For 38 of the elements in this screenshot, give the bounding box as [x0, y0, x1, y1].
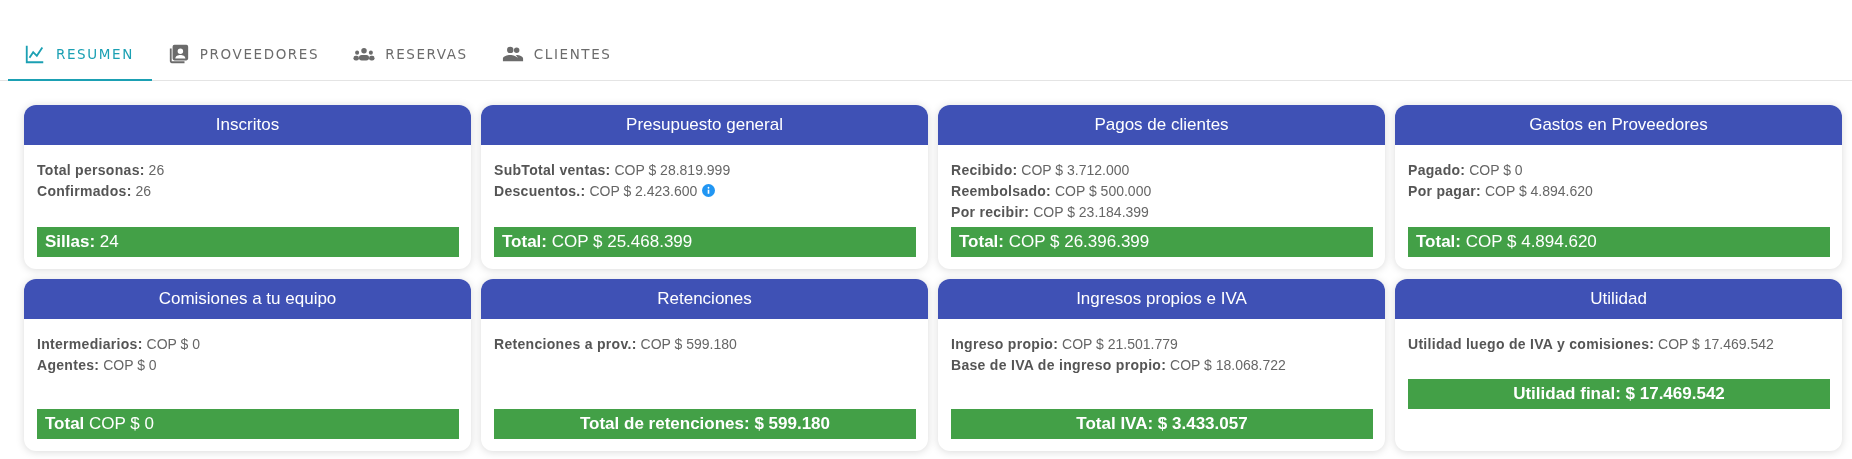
tab[interactable]: RESERVAS — [337, 30, 486, 81]
total-bar: Total: COP $ 25.468.399 — [494, 227, 916, 257]
card-header: Comisiones a tu equipo — [24, 279, 471, 319]
total-bar: Total COP $ 0 — [37, 409, 459, 439]
total-bar: Sillas: 24 — [37, 227, 459, 257]
detail-line: Retenciones a prov.: COP $ 599.180 — [494, 335, 737, 352]
total-bar: Total: COP $ 4.894.620 — [1408, 227, 1830, 257]
detail-line: Ingreso propio: COP $ 21.501.779 — [951, 335, 1178, 352]
detail-line: Intermediarios: COP $ 0 — [37, 335, 200, 352]
tab[interactable]: PROVEEDORES — [151, 30, 338, 81]
tab[interactable]: CLIENTES — [485, 30, 630, 81]
card-header: Presupuesto general — [481, 105, 928, 145]
detail-line: Pagado: COP $ 0 — [1408, 161, 1523, 178]
total-bar: Utilidad final: $ 17.469.542 — [1408, 379, 1830, 409]
detail-line: Por pagar: COP $ 4.894.620 — [1408, 182, 1593, 199]
card-header: Retenciones — [481, 279, 928, 319]
tab[interactable]: RESUMEN — [8, 30, 152, 81]
total-bar: Total de retenciones: $ 599.180 — [494, 409, 916, 439]
detail-line: Utilidad luego de IVA y comisiones: COP $ 17.469.542 — [1408, 335, 1774, 352]
detail-line: Total personas: 26 — [37, 161, 165, 178]
info-icon[interactable] — [702, 184, 716, 197]
detail-line: Reembolsado: COP $ 500.000 — [951, 182, 1152, 199]
total-bar: Total: COP $ 26.396.399 — [951, 227, 1373, 257]
detail-line: Descuentos.: COP $ 2.423.600 — [494, 182, 698, 199]
detail-line: Por recibir: COP $ 23.184.399 — [951, 203, 1149, 220]
card-header: Ingresos propios e IVA — [938, 279, 1385, 319]
detail-line: Recibido: COP $ 3.712.000 — [951, 161, 1130, 178]
contact-book-icon — [167, 43, 190, 65]
card-header: Utilidad — [1395, 279, 1842, 319]
total-bar: Total IVA: $ 3.433.057 — [951, 409, 1373, 439]
card-header: Pagos de clientes — [938, 105, 1385, 145]
detail-line: Agentes: COP $ 0 — [37, 356, 157, 373]
card-header: Inscritos — [24, 105, 471, 145]
detail-line: Confirmados: 26 — [37, 182, 152, 199]
card-header: Gastos en Proveedores — [1395, 105, 1842, 145]
line-chart-icon — [24, 43, 46, 65]
detail-line: SubTotal ventas: COP $ 28.819.999 — [494, 161, 731, 178]
detail-line: Base de IVA de ingreso propio: COP $ 18.068.722 — [951, 356, 1286, 373]
